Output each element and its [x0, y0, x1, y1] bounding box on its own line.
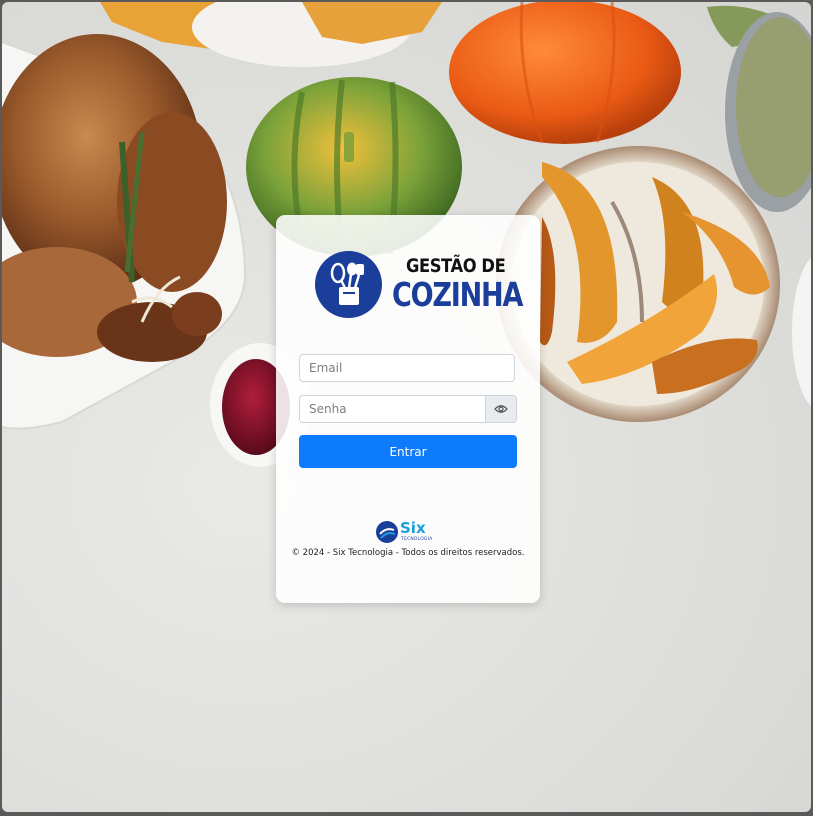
- brand-title-line2: COZINHA: [392, 275, 523, 314]
- app-logo: GESTÃO DE COZINHA: [314, 251, 523, 321]
- six-logo-subtitle: TECNOLOGIA: [401, 537, 433, 542]
- eye-icon: [494, 405, 508, 413]
- toggle-password-visibility-button[interactable]: [485, 395, 517, 423]
- six-swirl-icon: [376, 521, 398, 543]
- window-frame: GESTÃO DE COZINHA Entrar: [0, 0, 813, 816]
- background-photo: GESTÃO DE COZINHA Entrar: [2, 2, 811, 812]
- six-tecnologia-logo: Six TECNOLOGIA: [376, 519, 438, 547]
- email-field[interactable]: [299, 354, 515, 382]
- password-input-group: [299, 395, 517, 423]
- login-card: GESTÃO DE COZINHA Entrar: [276, 215, 540, 603]
- six-logo-word: Six: [400, 519, 426, 537]
- login-button[interactable]: Entrar: [299, 435, 517, 468]
- kitchen-utensils-icon: [315, 251, 382, 318]
- password-field[interactable]: [299, 395, 486, 423]
- copyright-text: © 2024 - Six Tecnologia - Todos os direi…: [291, 548, 525, 558]
- brand-title-line1: GESTÃO DE: [406, 255, 506, 277]
